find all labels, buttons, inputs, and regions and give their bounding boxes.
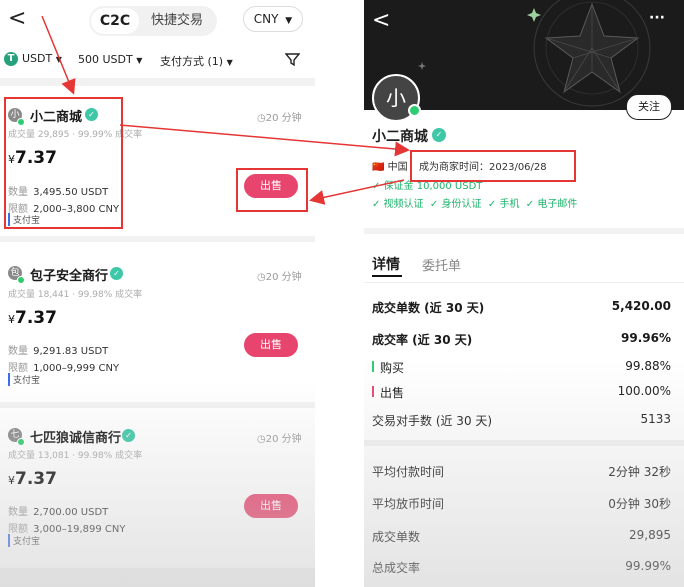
arrow-to-sell (309, 179, 405, 205)
arrow-to-merchant (41, 15, 76, 95)
arrow-to-profile (119, 124, 410, 157)
annotation-arrows (41, 15, 410, 205)
